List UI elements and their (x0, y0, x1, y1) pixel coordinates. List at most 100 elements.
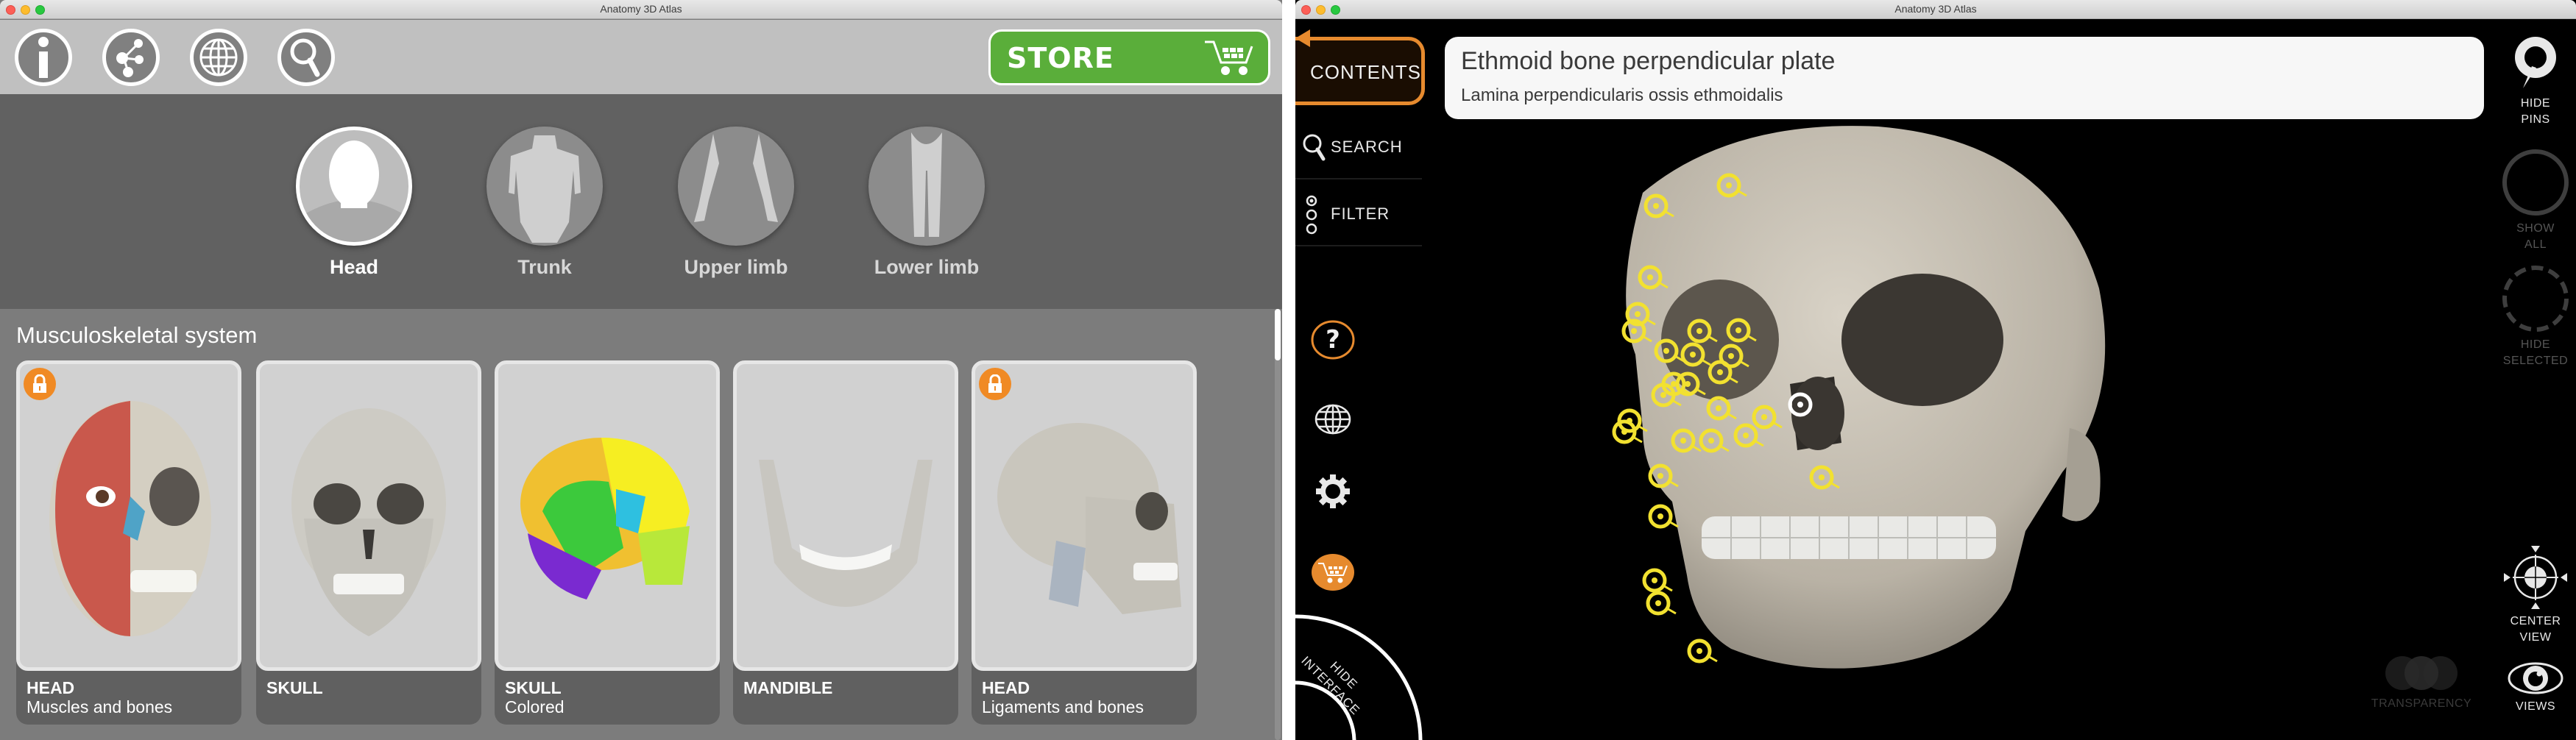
selected-structure-info: Ethmoid bone perpendicular plate Lamina … (1445, 37, 2484, 119)
model-card-head-muscles[interactable]: HEAD Muscles and bones (16, 360, 241, 725)
head-silhouette-icon (296, 127, 412, 246)
upper-limb-silhouette-icon (678, 127, 794, 246)
window-title: Anatomy 3D Atlas (1894, 3, 1977, 15)
model-card-skull[interactable]: SKULL (256, 360, 481, 725)
skull-model[interactable] (1626, 126, 2106, 669)
divider (1295, 178, 1422, 179)
card-subtitle: Muscles and bones (26, 697, 173, 716)
lower-limb-silhouette-icon (868, 127, 985, 246)
search-button[interactable] (277, 29, 335, 86)
card-thumbnail (733, 360, 958, 671)
eye-icon (2508, 662, 2563, 694)
card-title: HEAD (26, 678, 75, 697)
contents-label: CONTENTS (1310, 61, 1421, 83)
contents-window: Anatomy 3D Atlas STORE Head Trunk Upper … (0, 0, 1282, 740)
title-bar: Anatomy 3D Atlas (0, 0, 1282, 19)
card-title: SKULL (505, 678, 562, 697)
views-button[interactable]: VIEWS (2491, 661, 2576, 715)
region-label: Trunk (517, 256, 572, 278)
store-label: STORE (1007, 42, 1114, 74)
structure-name: Ethmoid bone perpendicular plate (1461, 47, 1836, 75)
share-button[interactable] (102, 29, 160, 86)
annotation-pin[interactable] (1646, 591, 1677, 616)
hide-selected-icon (2502, 266, 2569, 332)
show-all-icon (2502, 149, 2569, 216)
hide-pins-label: HIDE PINS (2520, 97, 2551, 126)
region-label: Lower limb (874, 256, 980, 278)
window-title: Anatomy 3D Atlas (600, 3, 682, 15)
globe-icon (199, 38, 238, 77)
model-card-head-ligaments[interactable]: HEAD Ligaments and bones (972, 360, 1197, 725)
globe-icon (1314, 404, 1351, 435)
region-upper-limb[interactable]: Upper limb (676, 127, 796, 279)
info-button[interactable] (15, 29, 72, 86)
transparency-slider[interactable]: TRANSPARENCY (2359, 655, 2484, 711)
card-title: MANDIBLE (743, 678, 833, 697)
lock-icon (979, 368, 1011, 400)
card-thumbnail (16, 360, 241, 671)
center-view-button[interactable]: CENTER VIEW (2491, 544, 2576, 646)
cart-icon (1205, 40, 1253, 75)
search-icon (1303, 134, 1326, 161)
crosshair-icon (2504, 546, 2567, 609)
help-icon: ? (1311, 320, 1355, 360)
search-icon (290, 38, 320, 77)
filter-icon (1306, 195, 1317, 235)
trunk-silhouette-icon (486, 127, 603, 246)
card-title: SKULL (266, 678, 323, 697)
region-trunk[interactable]: Trunk (484, 127, 605, 279)
scrollbar-thumb[interactable] (1275, 309, 1281, 360)
card-subtitle: Colored (505, 697, 565, 716)
card-thumbnail (256, 360, 481, 671)
annotation-pin[interactable] (1642, 568, 1673, 593)
transparency-label: TRANSPARENCY (2371, 697, 2472, 710)
back-arrow-icon (1295, 29, 1310, 47)
body-region-selector: Head Trunk Upper limb Lower limb (0, 94, 1282, 309)
3d-viewport[interactable] (1422, 119, 2502, 740)
card-subtitle: Ligaments and bones (982, 697, 1144, 716)
language-button[interactable] (190, 29, 247, 86)
region-head[interactable]: Head (294, 127, 414, 279)
help-button[interactable]: ? (1310, 319, 1356, 361)
gear-icon (1316, 474, 1350, 508)
section-title: Musculoskeletal system (16, 322, 258, 348)
toolbar: STORE (0, 20, 1282, 94)
hide-pins-button[interactable]: HIDE PINS (2491, 34, 2576, 128)
search-item[interactable]: SEARCH (1295, 118, 1422, 184)
transparency-icon (2385, 656, 2458, 690)
lock-icon (24, 368, 56, 400)
show-all-label: SHOW ALL (2516, 222, 2555, 251)
divider (1295, 245, 1422, 246)
hide-interface-button[interactable]: HIDE INTERFACE (1295, 612, 1428, 740)
cart-icon (1312, 554, 1354, 591)
annotation-pin[interactable] (1687, 638, 1718, 663)
region-label: Head (329, 256, 379, 278)
language-button[interactable] (1310, 398, 1356, 441)
store-button[interactable]: STORE (988, 29, 1270, 85)
viewer-window: Anatomy 3D Atlas CONTENTS Ethmoid bone p… (1295, 0, 2576, 740)
region-label: Upper limb (684, 256, 788, 278)
filter-item[interactable]: FILTER (1295, 181, 1422, 247)
card-thumbnail (972, 360, 1197, 671)
show-all-button[interactable]: SHOW ALL (2491, 147, 2576, 253)
contents-button[interactable]: CONTENTS (1295, 37, 1425, 105)
vertical-scrollbar[interactable] (1275, 309, 1281, 740)
musculoskeletal-section: Musculoskeletal system HEAD Muscles and … (0, 309, 1282, 740)
pin-icon (2515, 37, 2556, 88)
card-title: HEAD (982, 678, 1030, 697)
title-bar: Anatomy 3D Atlas (1295, 0, 2576, 19)
filter-label: FILTER (1331, 204, 1390, 223)
hide-selected-label: HIDE SELECTED (2502, 338, 2569, 367)
settings-button[interactable] (1310, 470, 1356, 513)
card-thumbnail (495, 360, 720, 671)
store-button[interactable] (1310, 551, 1356, 594)
hide-selected-button[interactable]: HIDE SELECTED (2491, 263, 2576, 369)
region-lower-limb[interactable]: Lower limb (866, 127, 987, 279)
search-label: SEARCH (1331, 138, 1403, 156)
svg-text:?: ? (1326, 325, 1340, 355)
model-card-skull-colored[interactable]: SKULL Colored (495, 360, 720, 725)
structure-latin-name: Lamina perpendicularis ossis ethmoidalis (1461, 85, 1783, 105)
share-icon (116, 39, 144, 77)
model-card-mandible[interactable]: MANDIBLE (733, 360, 958, 725)
views-label: VIEWS (2515, 700, 2556, 713)
